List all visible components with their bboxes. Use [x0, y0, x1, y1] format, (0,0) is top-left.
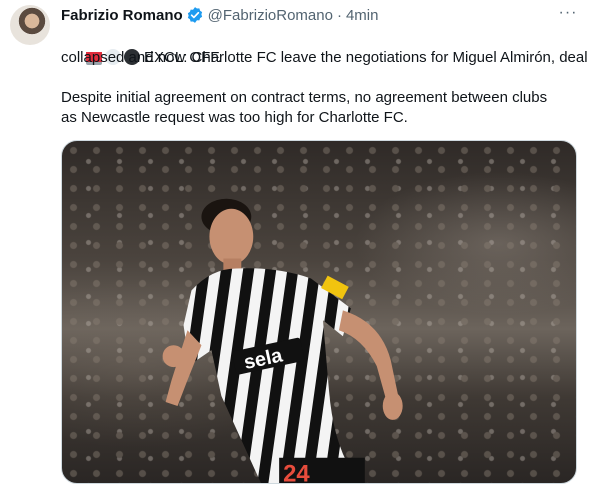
verified-badge-icon — [187, 7, 202, 23]
more-options-icon[interactable]: ··· — [558, 5, 578, 22]
tweet-text-line: EXCL: Charlotte FC leave the negotiation… — [61, 28, 588, 66]
footballer-illustration: sela 24 — [162, 198, 403, 484]
tweet-text: EXCL: Charlotte FC leave the negotiation… — [61, 28, 588, 128]
shirt-number-text: 24 — [283, 461, 310, 484]
header-separator: · — [336, 6, 342, 24]
tweet-text-line-4: as Newcastle request was too high for Ch… — [61, 109, 408, 126]
tweet-media-photo[interactable]: sela 24 — [61, 140, 577, 484]
tweet[interactable]: Fabrizio Romano @FabrizioRomano · 4min ·… — [0, 0, 598, 497]
author-name[interactable]: Fabrizio Romano — [61, 7, 183, 24]
author-avatar[interactable] — [10, 5, 50, 45]
tweet-text-line-3: Despite initial agreement on contract te… — [61, 89, 548, 106]
tweet-header: Fabrizio Romano @FabrizioRomano · 4min — [61, 5, 378, 25]
author-handle[interactable]: @FabrizioRomano — [208, 7, 333, 24]
tweet-timestamp[interactable]: 4min — [346, 7, 379, 24]
